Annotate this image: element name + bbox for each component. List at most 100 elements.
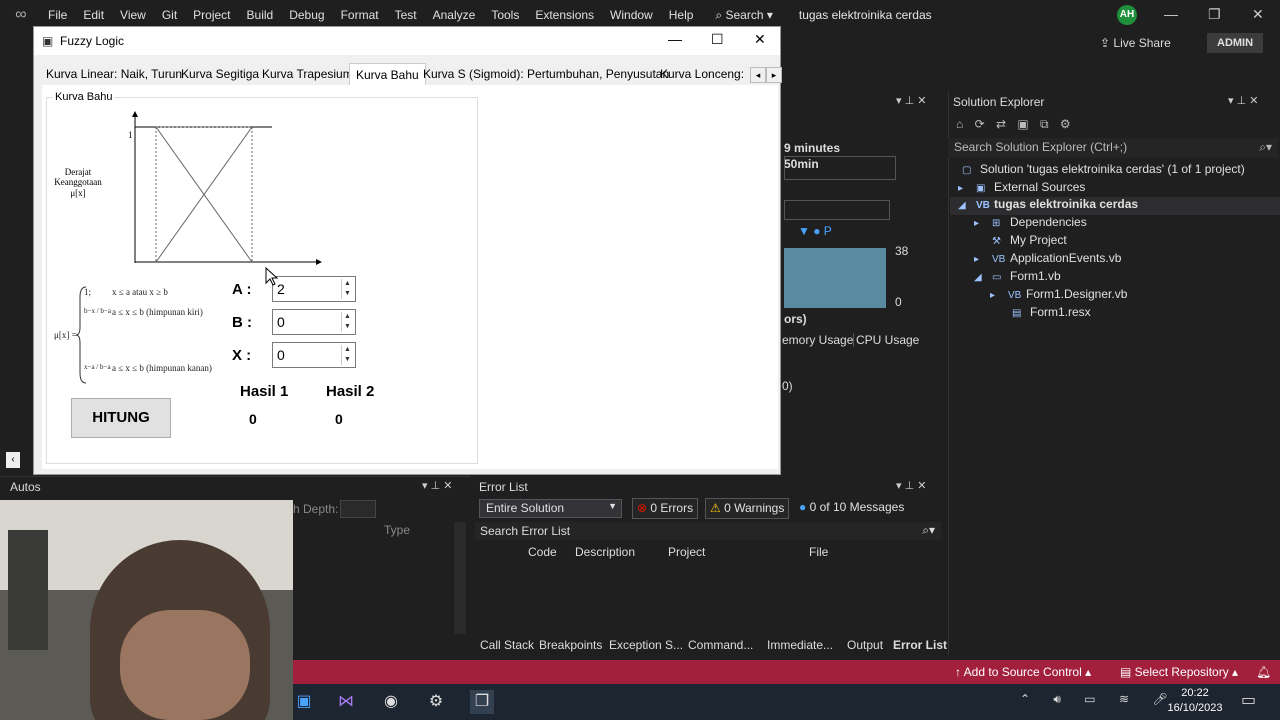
error-list-title: Error List: [479, 480, 528, 494]
tree-project[interactable]: ◢ VB tugas elektroinika cerdas: [950, 197, 1280, 215]
pin-icon[interactable]: ▾ ⊥ ✕: [896, 94, 926, 107]
panel-options-icon[interactable]: ▾ ⊥ ✕: [1228, 94, 1258, 107]
scroll-left-icon[interactable]: ‹: [6, 452, 20, 468]
input-a[interactable]: 2 ▲ ▼: [272, 276, 356, 302]
menu-format[interactable]: Format: [333, 8, 387, 22]
tab-kurva-s[interactable]: Kurva S (Sigmoid): Pertumbuhan, Penyusut…: [423, 67, 669, 81]
tree-my-project[interactable]: ⚒ My Project: [992, 233, 1067, 247]
close-icon[interactable]: ✕: [754, 31, 766, 48]
menu-window[interactable]: Window: [602, 8, 661, 22]
tab-kurva-bahu[interactable]: Kurva Bahu: [349, 63, 426, 86]
tab-command[interactable]: Command...: [688, 638, 753, 652]
avatar[interactable]: AH: [1117, 5, 1137, 25]
up-arrow-icon[interactable]: ▲: [342, 345, 353, 355]
tab-exception-settings[interactable]: Exception S...: [609, 638, 683, 652]
tab-breakpoints[interactable]: Breakpoints: [539, 638, 602, 652]
col-file[interactable]: File: [809, 545, 828, 559]
down-arrow-icon[interactable]: ▼: [342, 289, 353, 299]
recorder-taskbar-icon[interactable]: ◉: [379, 690, 403, 714]
col-project[interactable]: Project: [668, 545, 705, 559]
tab-kurva-segitiga[interactable]: Kurva Segitiga: [181, 67, 259, 81]
tree-application-events[interactable]: ▸ VB ApplicationEvents.vb: [974, 251, 1121, 265]
tab-memory-usage[interactable]: emory Usage: [782, 333, 853, 347]
visual-studio-taskbar-icon[interactable]: ⋈: [334, 690, 358, 714]
input-b[interactable]: 0 ▲ ▼: [272, 309, 356, 335]
menu-debug[interactable]: Debug: [281, 8, 332, 22]
autos-scrollbar[interactable]: [454, 522, 466, 634]
tree-external-sources[interactable]: ▸ ▣ External Sources: [958, 180, 1085, 194]
down-arrow-icon[interactable]: ▼: [342, 322, 353, 332]
error-scope-dropdown[interactable]: Entire Solution ▼: [479, 499, 622, 518]
error-search-box[interactable]: Search Error List ⌕▾: [475, 522, 941, 540]
minimize-icon[interactable]: —: [668, 31, 682, 47]
taskbar-app-icon[interactable]: ▣: [292, 690, 316, 714]
autos-options-icon[interactable]: ▾ ⊥ ✕: [422, 479, 452, 492]
tree-form1-resx[interactable]: ▤ Form1.resx: [1012, 305, 1091, 319]
live-share-button[interactable]: ⇪ Live Share: [1100, 36, 1171, 50]
tab-kurva-lonceng[interactable]: Kurva Lonceng: Pi: [660, 67, 748, 81]
col-code[interactable]: Code: [528, 545, 557, 559]
menu-project[interactable]: Project: [185, 8, 238, 22]
notifications-icon[interactable]: ▭: [1241, 690, 1256, 710]
menu-tools[interactable]: Tools: [483, 8, 527, 22]
solution-explorer-search[interactable]: Search Solution Explorer (Ctrl+;) ⌕▾: [948, 138, 1278, 158]
select-repository-button[interactable]: ▤ Select Repository ▴: [1120, 665, 1238, 679]
tree-solution[interactable]: ▢ Solution 'tugas elektroinika cerdas' (1…: [962, 162, 1245, 176]
menu-file[interactable]: File: [40, 8, 75, 22]
taskbar-clock[interactable]: 20:22 16/10/2023: [1165, 686, 1225, 716]
diag-timeline[interactable]: [784, 156, 896, 180]
tree-form1-designer[interactable]: ▸ VB Form1.Designer.vb: [990, 287, 1127, 301]
messages-filter-button[interactable]: ● 0 of 10 Messages: [795, 498, 908, 519]
settings-taskbar-icon[interactable]: ⚙: [424, 690, 448, 714]
spinner-b[interactable]: ▲ ▼: [341, 312, 353, 332]
spinner-a[interactable]: ▲ ▼: [341, 279, 353, 299]
restore-icon[interactable]: ❐: [1208, 6, 1221, 23]
hitung-button[interactable]: HITUNG: [71, 398, 171, 438]
tab-immediate[interactable]: Immediate...: [767, 638, 833, 652]
up-arrow-icon[interactable]: ▲: [342, 279, 353, 289]
up-arrow-icon[interactable]: ▲: [342, 312, 353, 322]
menu-analyze[interactable]: Analyze: [425, 8, 484, 22]
down-arrow-icon[interactable]: ▼: [342, 355, 353, 365]
autos-type-column: Type: [384, 523, 411, 537]
menu-edit[interactable]: Edit: [75, 8, 112, 22]
fuzzy-app-taskbar-icon[interactable]: ❐: [470, 690, 494, 714]
col-description[interactable]: Description: [575, 545, 635, 559]
tab-scroll-left-icon[interactable]: ◂: [750, 67, 766, 83]
spinner-x[interactable]: ▲ ▼: [341, 345, 353, 365]
admin-badge[interactable]: ADMIN: [1207, 33, 1264, 53]
tree-form1[interactable]: ◢ ▭ Form1.vb: [974, 269, 1061, 283]
input-b-value: 0: [277, 314, 285, 330]
errors-filter-button[interactable]: ⊗ 0 Errors: [632, 498, 699, 519]
tab-kurva-linear[interactable]: Kurva Linear: Naik, Turun: [46, 67, 182, 81]
visual-studio-logo-icon: ∞: [15, 6, 27, 23]
tab-call-stack[interactable]: Call Stack: [480, 638, 534, 652]
tab-output[interactable]: Output: [847, 638, 883, 652]
notification-bell-icon[interactable]: 🔔︎: [1256, 665, 1271, 679]
menu-view[interactable]: View: [112, 8, 154, 22]
tab-cpu-usage[interactable]: CPU Usage: [853, 333, 919, 347]
minimize-icon[interactable]: —: [1164, 6, 1178, 22]
menu-extensions[interactable]: Extensions: [527, 8, 602, 22]
vs-search-button[interactable]: ⌕ Search ▾: [709, 8, 778, 23]
add-source-control-button[interactable]: ↑ Add to Source Control ▴: [955, 665, 1091, 679]
tree-dependencies[interactable]: ▸ ⊞ Dependencies: [974, 215, 1087, 229]
tab-error-list[interactable]: Error List: [893, 638, 947, 652]
search-depth-dropdown[interactable]: [340, 500, 376, 518]
tab-kurva-trapesium[interactable]: Kurva Trapesium: [262, 67, 353, 81]
menu-test[interactable]: Test: [387, 8, 425, 22]
filter-icon[interactable]: ▼ ● P: [798, 224, 832, 238]
se-toolbar-icon[interactable]: ⌂ ⟳ ⇄ ▣ ⧉ ⚙: [956, 117, 1075, 132]
left-strip: [0, 40, 33, 470]
input-x[interactable]: 0 ▲ ▼: [272, 342, 356, 368]
menu-git[interactable]: Git: [154, 8, 185, 22]
close-icon[interactable]: ✕: [1252, 6, 1264, 23]
system-tray-icons[interactable]: ⌃ 🔊︎ ▭ ≋ 🎤︎: [1020, 692, 1178, 707]
tab-scroll-right-icon[interactable]: ▸: [766, 67, 782, 83]
maximize-icon[interactable]: ☐: [711, 31, 724, 48]
warnings-filter-button[interactable]: ⚠ 0 Warnings: [705, 498, 790, 519]
vb-file-icon: VB: [1008, 290, 1022, 301]
menu-build[interactable]: Build: [239, 8, 282, 22]
menu-help[interactable]: Help: [661, 8, 702, 22]
errlist-options-icon[interactable]: ▾ ⊥ ✕: [896, 479, 926, 492]
